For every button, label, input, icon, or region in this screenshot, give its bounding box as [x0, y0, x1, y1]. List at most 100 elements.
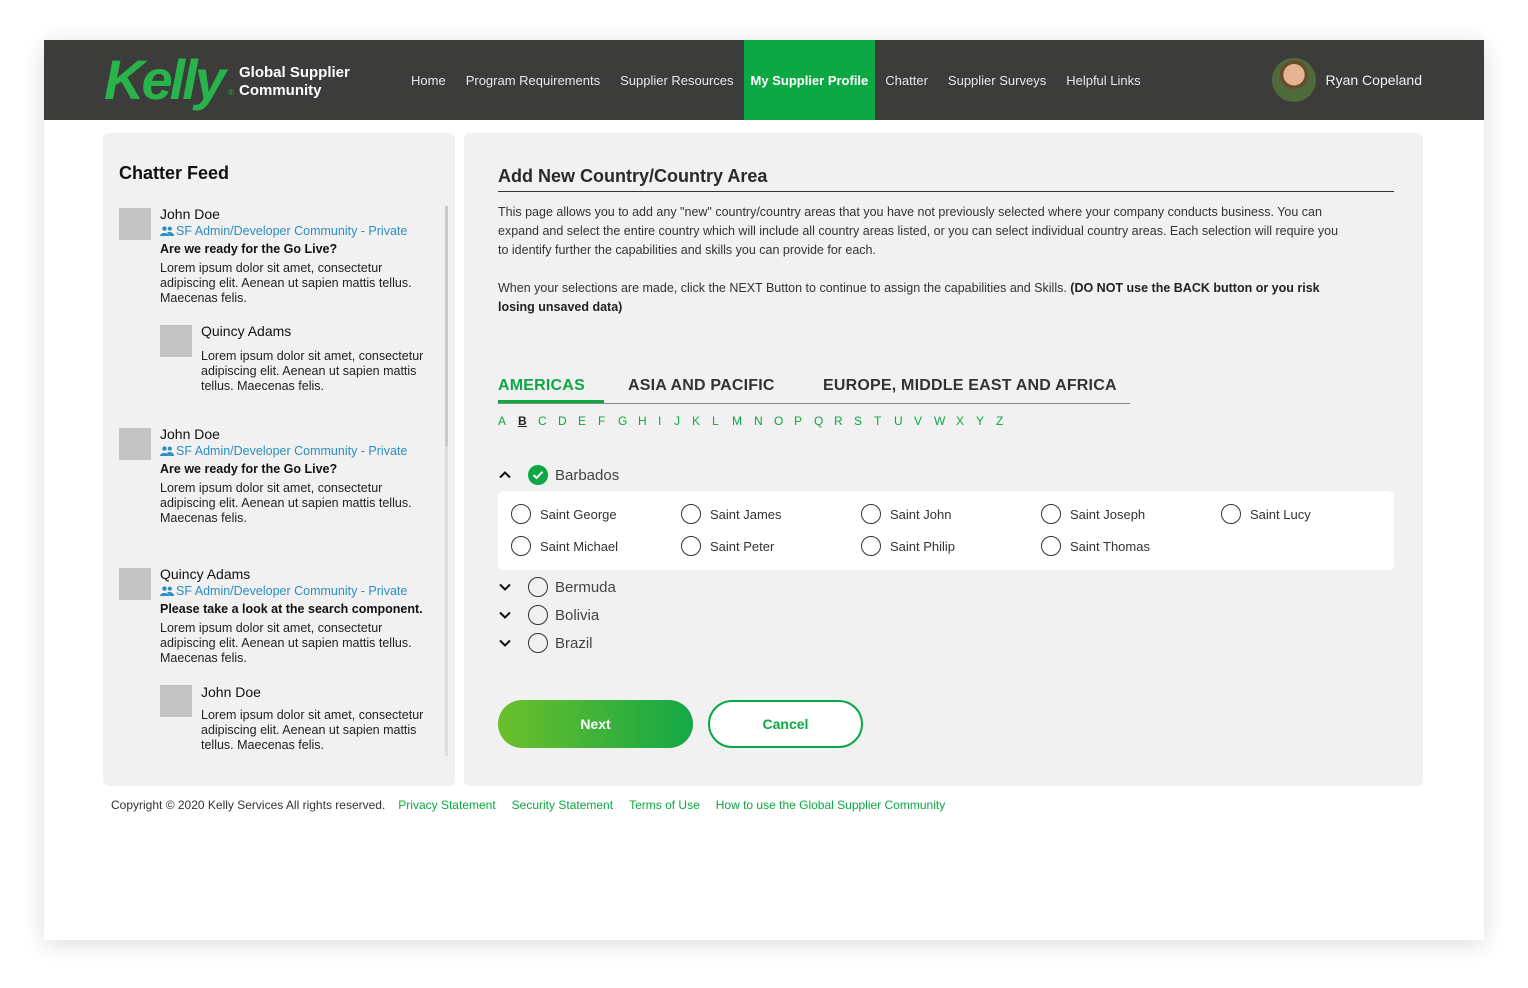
- nav-home[interactable]: Home: [401, 40, 456, 120]
- letter-o[interactable]: O: [774, 414, 794, 428]
- post-group-link[interactable]: SF Admin/Developer Community - Private: [160, 584, 407, 598]
- letter-h[interactable]: H: [638, 414, 658, 428]
- radio-button[interactable]: [861, 536, 881, 556]
- area-label: Saint John: [890, 506, 952, 522]
- letter-k[interactable]: K: [692, 414, 712, 428]
- tab-emea[interactable]: EUROPE, MIDDLE EAST AND AFRICA: [823, 377, 1117, 395]
- area-label: Saint Lucy: [1250, 506, 1311, 522]
- tab-asia-pacific[interactable]: ASIA AND PACIFIC: [628, 377, 775, 395]
- post-group-link[interactable]: SF Admin/Developer Community - Private: [160, 224, 407, 238]
- area-option[interactable]: Saint Philip: [861, 536, 955, 556]
- letter-y[interactable]: Y: [976, 414, 996, 428]
- radio-button[interactable]: [1041, 504, 1061, 524]
- country-row-bolivia[interactable]: Bolivia: [498, 603, 599, 627]
- post-group-label: SF Admin/Developer Community - Private: [176, 444, 408, 458]
- post-author[interactable]: Quincy Adams: [160, 566, 250, 582]
- nav-chatter[interactable]: Chatter: [875, 40, 938, 120]
- post-author[interactable]: John Doe: [160, 206, 220, 222]
- radio-button[interactable]: [681, 504, 701, 524]
- area-label: Saint Philip: [890, 538, 956, 554]
- radio-button[interactable]: [511, 536, 531, 556]
- post-group-label: SF Admin/Developer Community - Private: [176, 584, 408, 598]
- letter-n[interactable]: N: [754, 414, 774, 428]
- nav-supplier-surveys[interactable]: Supplier Surveys: [938, 40, 1056, 120]
- cancel-button[interactable]: Cancel: [708, 700, 863, 748]
- reply-author[interactable]: John Doe: [201, 684, 261, 700]
- privacy-statement-link[interactable]: Privacy Statement: [398, 798, 495, 812]
- post-author[interactable]: John Doe: [160, 426, 220, 442]
- radio-button[interactable]: [511, 504, 531, 524]
- chevron-up-icon[interactable]: [498, 463, 522, 487]
- letter-b[interactable]: B: [518, 414, 538, 428]
- country-row-bermuda[interactable]: Bermuda: [498, 575, 616, 599]
- letter-r[interactable]: R: [834, 414, 854, 428]
- letter-l[interactable]: L: [712, 414, 732, 428]
- chevron-down-icon[interactable]: [498, 631, 522, 655]
- registered-mark: ®: [228, 88, 234, 97]
- letter-v[interactable]: V: [914, 414, 934, 428]
- country-name: Brazil: [555, 634, 593, 652]
- letter-z[interactable]: Z: [996, 414, 1016, 428]
- checked-icon[interactable]: [528, 465, 548, 485]
- radio-button[interactable]: [528, 633, 548, 653]
- chevron-down-icon[interactable]: [498, 575, 522, 599]
- avatar[interactable]: [119, 428, 151, 460]
- area-option[interactable]: Saint John: [861, 504, 951, 524]
- letter-g[interactable]: G: [618, 414, 638, 428]
- avatar[interactable]: [119, 208, 151, 240]
- chevron-down-icon[interactable]: [498, 603, 522, 627]
- country-areas-panel: Saint George Saint James Saint John Sain…: [498, 491, 1394, 570]
- area-option[interactable]: Saint George: [511, 504, 617, 524]
- tab-americas[interactable]: AMERICAS: [498, 377, 585, 395]
- radio-button[interactable]: [1041, 536, 1061, 556]
- radio-button[interactable]: [528, 577, 548, 597]
- area-option[interactable]: Saint Joseph: [1041, 504, 1145, 524]
- letter-x[interactable]: X: [956, 414, 976, 428]
- letter-p[interactable]: P: [794, 414, 814, 428]
- area-option[interactable]: Saint James: [681, 504, 782, 524]
- post-group-label: SF Admin/Developer Community - Private: [176, 224, 408, 238]
- letter-e[interactable]: E: [578, 414, 598, 428]
- letter-u[interactable]: U: [894, 414, 914, 428]
- letter-c[interactable]: C: [538, 414, 558, 428]
- area-option[interactable]: Saint Michael: [511, 536, 618, 556]
- how-to-use-link[interactable]: How to use the Global Supplier Community: [716, 798, 945, 812]
- post-subject: Are we ready for the Go Live?: [160, 462, 338, 476]
- next-button[interactable]: Next: [498, 700, 693, 748]
- reply-author[interactable]: Quincy Adams: [201, 323, 291, 339]
- nav-program-requirements[interactable]: Program Requirements: [456, 40, 610, 120]
- letter-w[interactable]: W: [934, 414, 956, 428]
- letter-s[interactable]: S: [854, 414, 874, 428]
- kelly-logo[interactable]: Kelly ®: [104, 48, 234, 114]
- security-statement-link[interactable]: Security Statement: [512, 798, 613, 812]
- letter-f[interactable]: F: [598, 414, 618, 428]
- nav-supplier-resources[interactable]: Supplier Resources: [610, 40, 743, 120]
- country-row-barbados[interactable]: Barbados: [498, 463, 619, 487]
- country-row-brazil[interactable]: Brazil: [498, 631, 593, 655]
- avatar[interactable]: [119, 568, 151, 600]
- nav-my-supplier-profile[interactable]: My Supplier Profile: [743, 40, 876, 120]
- letter-j[interactable]: J: [674, 414, 692, 428]
- scrollbar-thumb[interactable]: [445, 206, 448, 446]
- nav-helpful-links[interactable]: Helpful Links: [1056, 40, 1150, 120]
- terms-of-use-link[interactable]: Terms of Use: [629, 798, 700, 812]
- avatar[interactable]: [160, 325, 192, 357]
- user-menu[interactable]: Ryan Copeland: [1272, 58, 1422, 102]
- radio-button[interactable]: [1221, 504, 1241, 524]
- radio-button[interactable]: [528, 605, 548, 625]
- radio-button[interactable]: [861, 504, 881, 524]
- radio-button[interactable]: [681, 536, 701, 556]
- letter-q[interactable]: Q: [814, 414, 834, 428]
- letter-a[interactable]: A: [498, 414, 518, 428]
- area-option[interactable]: Saint Lucy: [1221, 504, 1311, 524]
- letter-m[interactable]: M: [732, 414, 754, 428]
- page-title: Add New Country/Country Area: [498, 166, 768, 186]
- avatar[interactable]: [160, 685, 192, 717]
- user-name: Ryan Copeland: [1325, 72, 1422, 88]
- letter-i[interactable]: I: [658, 414, 674, 428]
- area-option[interactable]: Saint Peter: [681, 536, 774, 556]
- letter-d[interactable]: D: [558, 414, 578, 428]
- area-option[interactable]: Saint Thomas: [1041, 536, 1150, 556]
- letter-t[interactable]: T: [874, 414, 894, 428]
- post-group-link[interactable]: SF Admin/Developer Community - Private: [160, 444, 407, 458]
